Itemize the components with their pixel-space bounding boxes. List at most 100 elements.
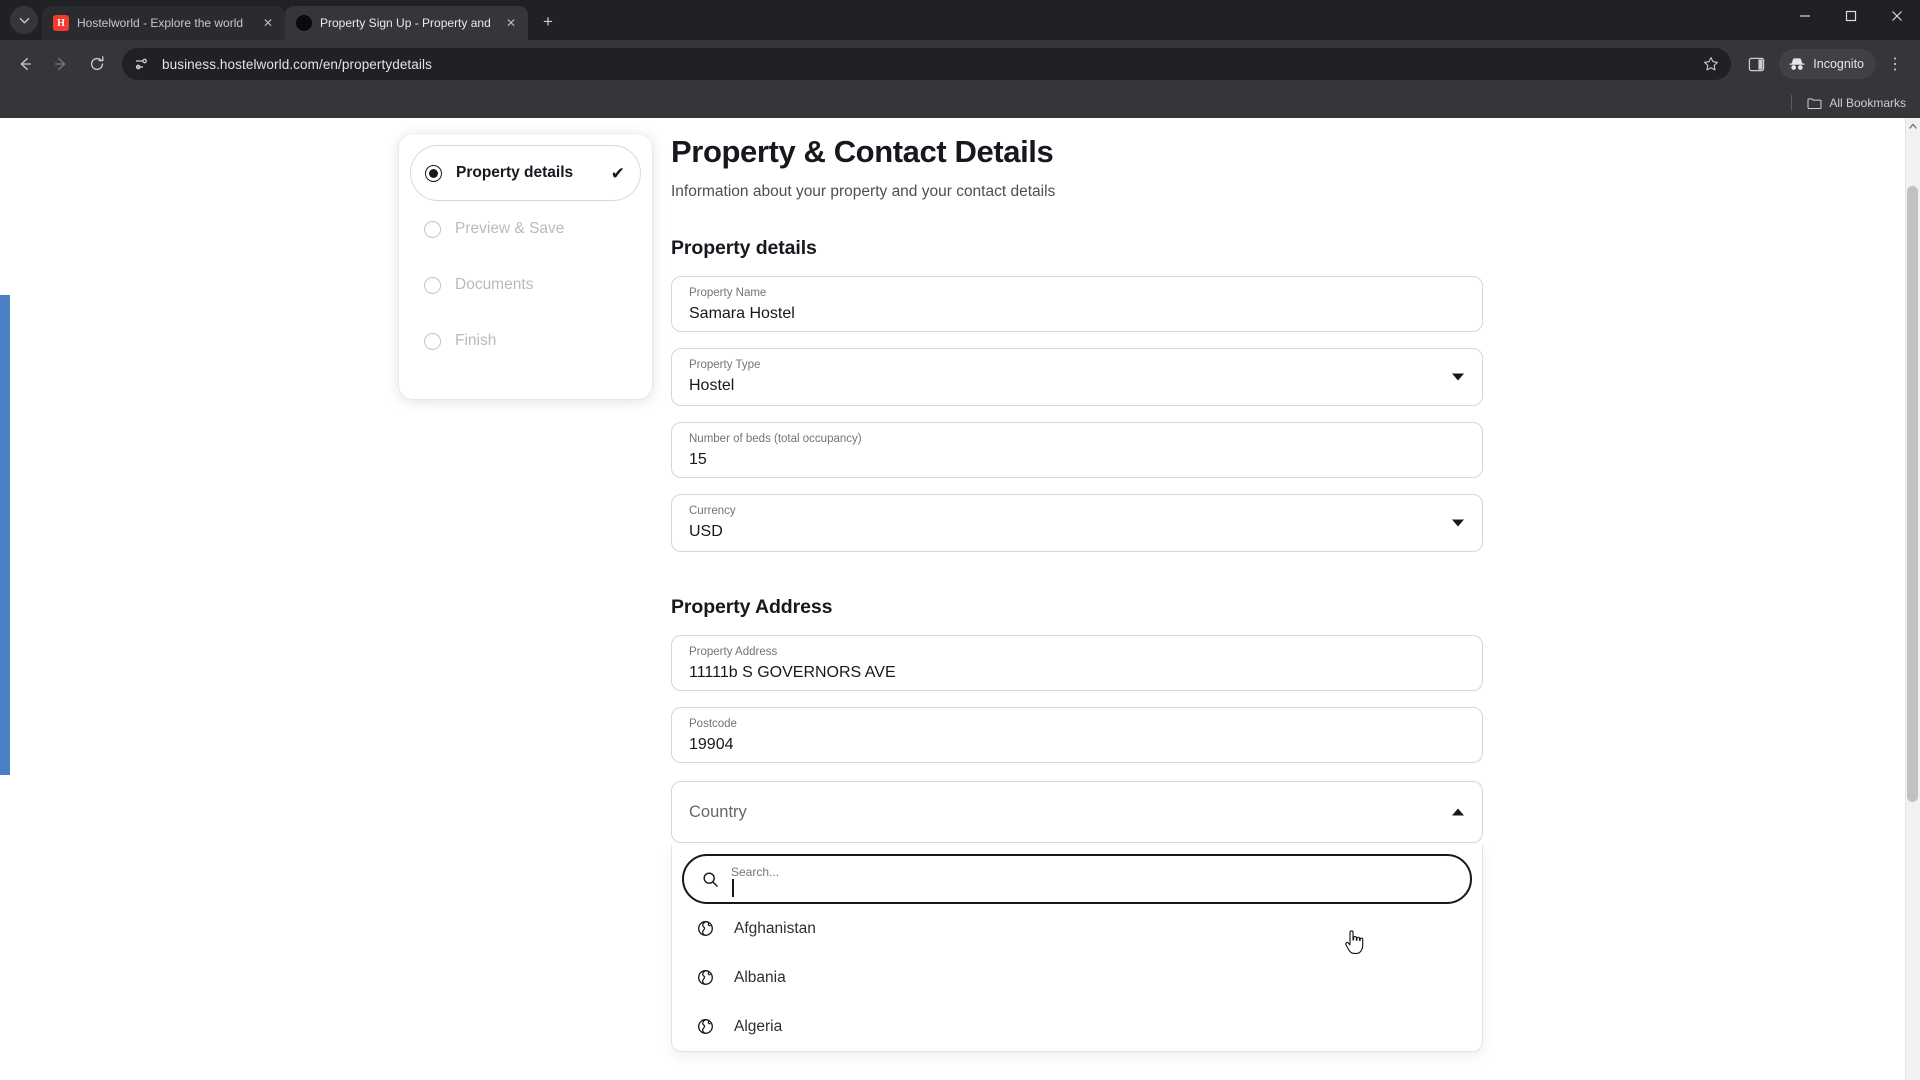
property-type-select[interactable]: Property Type Hostel (671, 348, 1483, 406)
globe-icon (697, 920, 714, 937)
property-name-input[interactable]: Samara Hostel (689, 304, 1464, 324)
chevron-up-icon[interactable] (1452, 808, 1464, 816)
tab-title: Property Sign Up - Property and (320, 16, 491, 30)
radio-empty-icon (424, 220, 441, 238)
sidebar-item-preview-save[interactable]: Preview & Save (410, 201, 641, 257)
address-bar[interactable]: business.hostelworld.com/en/propertydeta… (122, 48, 1732, 80)
forward-button[interactable] (44, 47, 78, 81)
incognito-label: Incognito (1813, 57, 1864, 71)
sidebar-item-documents[interactable]: Documents (410, 257, 641, 313)
magnifier-icon (702, 871, 719, 888)
field-label: Property Type (689, 359, 761, 371)
tab-strip: H Hostelworld - Explore the world ✕ Prop… (0, 0, 1920, 40)
browser-toolbar: business.hostelworld.com/en/propertydeta… (0, 40, 1920, 88)
globe-icon (697, 969, 714, 986)
signup-stepper: Property details ✔ Preview & Save Docume… (399, 134, 652, 399)
field-label: Property Address (689, 646, 778, 658)
sidebar-item-property-details[interactable]: Property details ✔ (410, 145, 641, 201)
field-label: Postcode (689, 718, 737, 730)
step-label: Finish (455, 332, 497, 349)
currency-value: USD (689, 523, 723, 540)
browser-window: H Hostelworld - Explore the world ✕ Prop… (0, 0, 1920, 1080)
incognito-indicator[interactable]: Incognito (1779, 49, 1876, 79)
number-of-beds-field[interactable]: Number of beds (total occupancy) 15 (671, 422, 1483, 478)
tab-search-button[interactable] (10, 6, 38, 34)
browser-tab-property-signup[interactable]: Property Sign Up - Property and ✕ (285, 6, 528, 40)
country-search-box[interactable]: Search... (682, 854, 1472, 904)
sidebar-item-finish[interactable]: Finish (410, 313, 641, 369)
radio-empty-icon (424, 332, 441, 350)
back-button[interactable] (8, 47, 42, 81)
country-placeholder: Country (689, 803, 747, 821)
property-address-input[interactable]: 11111b S GOVERNORS AVE (689, 663, 1464, 683)
property-address-field[interactable]: Property Address 11111b S GOVERNORS AVE (671, 635, 1483, 691)
field-label: Number of beds (total occupancy) (689, 433, 862, 445)
search-placeholder: Search... (731, 865, 780, 879)
property-type-value: Hostel (689, 377, 735, 394)
hostelworld-logo-icon: H (53, 15, 69, 31)
step-label: Documents (455, 276, 534, 293)
radio-empty-icon (424, 276, 441, 294)
check-icon: ✔ (610, 163, 625, 183)
page-viewport: Property details ✔ Preview & Save Docume… (0, 118, 1920, 1080)
step-label: Preview & Save (455, 220, 565, 237)
chevron-down-icon[interactable] (1452, 519, 1464, 527)
browser-tab-hostelworld[interactable]: H Hostelworld - Explore the world ✕ (42, 6, 285, 40)
side-panel-button[interactable] (1739, 47, 1773, 81)
tune-settings-icon (135, 58, 147, 70)
page-title: Property & Contact Details (671, 134, 1054, 169)
folder-icon (1807, 97, 1822, 109)
postcode-input[interactable]: 19904 (689, 735, 1464, 755)
step-label: Property details (456, 164, 574, 181)
scroll-up-arrow[interactable] (1906, 118, 1920, 133)
field-label: Property Name (689, 287, 767, 299)
section-heading-property-address: Property Address (671, 596, 833, 618)
reload-button[interactable] (80, 47, 114, 81)
forward-arrow-icon (54, 57, 66, 71)
page-dot-icon (296, 15, 312, 31)
close-window-button[interactable] (1874, 0, 1920, 32)
postcode-field[interactable]: Postcode 19904 (671, 707, 1483, 763)
maximize-button[interactable] (1828, 0, 1874, 32)
property-name-field[interactable]: Property Name Samara Hostel (671, 276, 1483, 332)
country-option-label: Algeria (734, 1017, 783, 1035)
url-text: business.hostelworld.com/en/propertydeta… (162, 56, 432, 72)
tab-title: Hostelworld - Explore the world (77, 16, 244, 30)
back-arrow-icon (20, 57, 32, 71)
bookmark-button[interactable] (1697, 56, 1725, 72)
close-icon (1892, 11, 1902, 21)
divider (1791, 95, 1793, 111)
text-cursor (732, 879, 734, 897)
country-dropdown-panel: Search... Afghanistan Albania Algeria (671, 845, 1483, 1052)
country-option-algeria[interactable]: Algeria (680, 1002, 1474, 1051)
section-heading-property-details: Property details (671, 237, 817, 259)
site-settings-button[interactable] (128, 51, 154, 77)
left-accent-bar (0, 295, 10, 775)
window-controls (1782, 0, 1920, 40)
reload-icon (90, 56, 104, 71)
country-option-albania[interactable]: Albania (680, 953, 1474, 1002)
currency-select[interactable]: Currency USD (671, 494, 1483, 552)
country-search-input[interactable]: Search... (731, 856, 1452, 902)
country-option-afghanistan[interactable]: Afghanistan (680, 904, 1474, 953)
country-select[interactable]: Country (671, 781, 1483, 843)
vertical-scrollbar[interactable] (1905, 118, 1920, 1080)
all-bookmarks-label[interactable]: All Bookmarks (1829, 96, 1906, 110)
chevron-down-icon (19, 17, 29, 23)
radio-selected-icon (425, 164, 442, 182)
page-subtitle: Information about your property and your… (671, 183, 1056, 200)
country-option-label: Albania (734, 968, 786, 986)
browser-menu-button[interactable]: ⋮ (1878, 47, 1912, 81)
new-tab-button[interactable]: + (534, 8, 562, 36)
incognito-hat-icon (1789, 58, 1805, 70)
globe-icon (697, 1018, 714, 1035)
minimize-button[interactable] (1782, 0, 1828, 32)
side-panel-icon (1748, 57, 1764, 71)
chevron-down-icon[interactable] (1452, 373, 1464, 381)
close-icon[interactable]: ✕ (502, 14, 520, 32)
scrollbar-thumb[interactable] (1907, 186, 1918, 802)
number-of-beds-input[interactable]: 15 (689, 450, 1464, 470)
star-icon (1704, 57, 1719, 71)
close-icon[interactable]: ✕ (259, 14, 277, 32)
field-label: Currency (689, 505, 736, 517)
